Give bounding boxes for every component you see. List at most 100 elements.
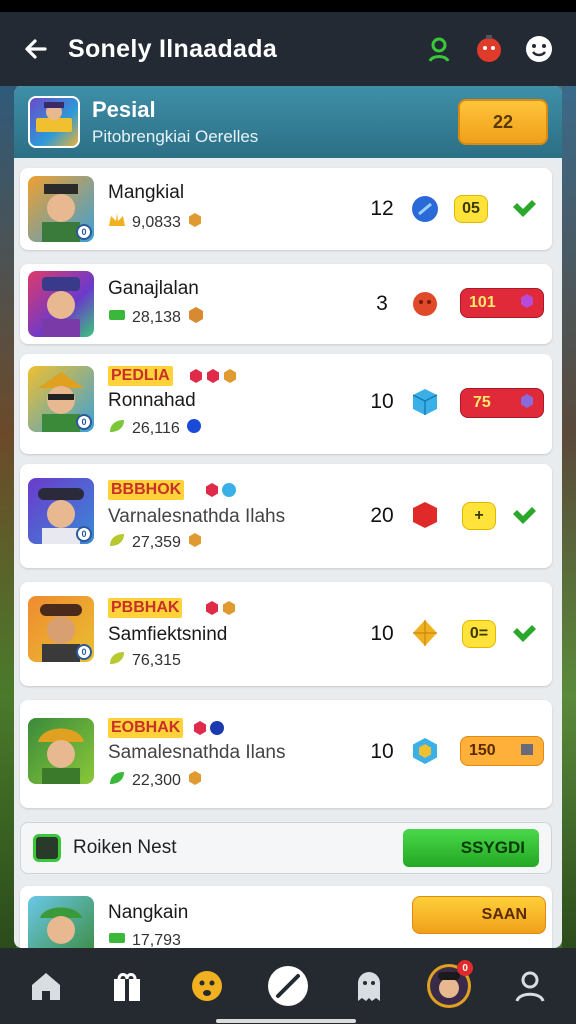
player-rank-number: 3 xyxy=(376,292,388,315)
player-rank-number: 12 xyxy=(370,197,394,220)
broken-nest-label: Roiken Nest xyxy=(73,837,177,858)
event-title: Pesial xyxy=(92,97,156,122)
player-rank-number: 10 xyxy=(370,390,394,413)
home-icon[interactable] xyxy=(20,960,72,1012)
status-bar xyxy=(0,0,576,12)
player-tag: BBBHOK xyxy=(108,480,185,500)
player-name: Varnalesnathda Ilahs xyxy=(108,506,286,527)
leaderboard-row[interactable]: EOBHAK Samalesnathda Ilans 22,300 10 150 xyxy=(20,700,552,808)
player-rank-number: 10 xyxy=(370,622,394,645)
last-row-button[interactable]: SAAN xyxy=(412,896,546,934)
player-score: 27,359 xyxy=(108,532,203,553)
player-avatar xyxy=(28,271,94,337)
notification-badge: 0 xyxy=(457,960,474,976)
reward-value: 150 xyxy=(469,742,496,759)
player-score: 26,116 xyxy=(108,418,202,439)
leaf-icon xyxy=(108,418,126,439)
player-rank-number: 20 xyxy=(370,504,394,527)
leaderboard-row[interactable]: 0 Mangkial 9,0833 12 05 xyxy=(20,168,552,250)
gift-icon[interactable] xyxy=(101,960,153,1012)
user-icon[interactable] xyxy=(504,960,556,1012)
reward-pill[interactable]: 05 xyxy=(454,195,488,223)
player-score: 9,0833 xyxy=(108,212,203,233)
check-icon[interactable] xyxy=(508,619,538,649)
red-cube-icon xyxy=(410,500,440,530)
player-name: Samfiektsnind xyxy=(108,624,228,645)
smiley-icon[interactable] xyxy=(520,30,558,68)
player-tag: PBBHAK xyxy=(108,598,183,618)
player-rank-number: 10 xyxy=(370,740,394,763)
top-bar: Sonely Ilnaadada xyxy=(0,12,576,86)
reward-pill[interactable]: 101 xyxy=(460,288,544,318)
player-avatar: 0 xyxy=(28,478,94,544)
leaderboard-row[interactable]: 0 PBBHAK Samfiektsnind 76,315 10 0= xyxy=(20,582,552,686)
player-avatar: 0 xyxy=(28,596,94,662)
leaf-icon xyxy=(108,532,126,553)
back-arrow-icon[interactable] xyxy=(18,31,54,67)
score-value: 27,359 xyxy=(132,533,181,551)
page-title: Sonely Ilnaadada xyxy=(68,34,278,63)
profile-avatar-icon[interactable]: 0 xyxy=(423,960,475,1012)
player-score: 76,315 xyxy=(108,650,181,671)
player-badge: 0 xyxy=(76,414,92,430)
player-avatar xyxy=(28,896,94,948)
box-icon xyxy=(519,741,535,762)
event-subtitle: Pitobrengkiai Oerelles xyxy=(92,127,259,146)
gold-diamond-icon xyxy=(410,618,440,648)
leaderboard-row[interactable]: Ganajlalan 28,138 3 101 xyxy=(20,264,552,344)
player-score: 28,138 xyxy=(108,306,205,329)
broken-nest-button[interactable]: SSYGDI xyxy=(403,829,539,867)
leaderboard-row[interactable]: 0 BBBHOK Varnalesnathda Ilahs 27,359 20 … xyxy=(20,464,552,568)
score-value: 76,315 xyxy=(132,651,181,669)
tag-gems xyxy=(192,718,225,738)
bottom-navigation: 0 xyxy=(0,948,576,1024)
player-name: Mangkial xyxy=(108,182,185,203)
purple-gem-icon xyxy=(519,293,535,314)
score-value: 17,793 xyxy=(132,931,181,949)
score-value: 28,138 xyxy=(132,308,181,326)
score-value: 26,116 xyxy=(132,419,180,437)
reward-pill[interactable]: 75 xyxy=(460,388,544,418)
home-indicator xyxy=(216,1019,356,1023)
red-bomb-icon[interactable] xyxy=(470,30,508,68)
cash-icon xyxy=(108,307,126,328)
crate-icon xyxy=(187,770,203,791)
player-avatar xyxy=(28,718,94,784)
event-icon xyxy=(28,96,80,148)
tag-gems xyxy=(188,366,238,386)
event-claim-button[interactable]: 22 xyxy=(458,99,548,145)
ghost-icon[interactable] xyxy=(343,960,395,1012)
broken-nest-bar: Roiken Nest SSYGDI xyxy=(20,822,552,874)
player-name: Ganajlalan xyxy=(108,278,199,299)
coin-icon xyxy=(187,212,203,233)
background-scenery-right xyxy=(562,86,576,956)
score-value: 9,0833 xyxy=(132,213,181,231)
reward-value: 75 xyxy=(473,394,491,411)
cash-icon xyxy=(108,930,126,948)
leaf-icon xyxy=(108,770,126,791)
emoji-icon[interactable] xyxy=(181,960,233,1012)
blue-orb-icon xyxy=(410,194,440,224)
player-tag: EOBHAK xyxy=(108,718,184,738)
player-score: 22,300 xyxy=(108,770,203,791)
leaderboard-row[interactable]: Nangkain 17,793 SAAN xyxy=(20,886,552,948)
player-score: 17,793 xyxy=(108,930,181,948)
player-avatar: 0 xyxy=(28,366,94,432)
pencil-icon[interactable] xyxy=(262,960,314,1012)
player-avatar: 0 xyxy=(28,176,94,242)
player-name: Ronnahad xyxy=(108,390,196,411)
leaderboard-row[interactable]: 0 PEDLIA Ronnahad 26,116 10 75 xyxy=(20,354,552,454)
player-badge: 0 xyxy=(76,526,92,542)
reward-pill[interactable]: 150 xyxy=(460,736,544,766)
nest-icon xyxy=(33,834,61,862)
leaf-icon xyxy=(108,650,126,671)
player-badge: 0 xyxy=(76,224,92,240)
reward-pill[interactable]: 0= xyxy=(462,620,496,648)
player-tag: PEDLIA xyxy=(108,366,173,386)
event-header: Pesial Pitobrengkiai Oerelles 22 xyxy=(14,86,562,158)
reward-pill[interactable]: + xyxy=(462,502,496,530)
check-icon[interactable] xyxy=(508,194,538,224)
check-icon[interactable] xyxy=(508,501,538,531)
player-name: Samalesnathda Ilans xyxy=(108,742,286,763)
green-person-icon[interactable] xyxy=(420,30,458,68)
